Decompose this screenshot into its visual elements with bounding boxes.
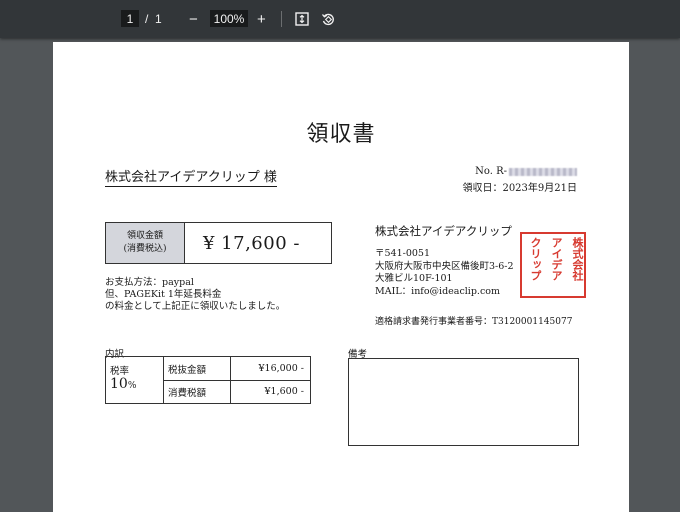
toolbar-divider bbox=[281, 11, 282, 27]
tax-rate-number: 10 bbox=[110, 376, 128, 392]
postal-code: 〒541-0051 bbox=[375, 248, 431, 259]
page-number-input[interactable]: 1 bbox=[121, 10, 139, 27]
fit-page-icon[interactable] bbox=[292, 9, 312, 29]
pretax-amount-value: ¥16,000 - bbox=[258, 363, 304, 374]
tax-rate-cell: 税率 10% bbox=[106, 357, 164, 403]
amount-label-line1: 領収金額 bbox=[126, 231, 163, 241]
recipient-name: 株式会社アイデアクリップ 様 bbox=[105, 166, 277, 187]
payment-method: お支払方法：paypal bbox=[105, 277, 194, 288]
remarks-box bbox=[348, 358, 579, 446]
consumption-tax-value: ¥1,600 - bbox=[264, 386, 304, 397]
issuer-address: 〒541-0051 大阪府大阪市中央区備後町3-6-2 大雅ビル10F-101 … bbox=[375, 248, 514, 298]
payment-note: お支払方法：paypal 但、PAGEKit 1年延長料金 の料金として上記正に… bbox=[105, 277, 285, 313]
payment-purpose: 但、PAGEKit 1年延長料金 bbox=[105, 289, 222, 300]
receipt-number: No. R- bbox=[475, 166, 577, 177]
pretax-amount-label: 税抜金額 bbox=[164, 357, 231, 380]
tax-breakdown-table: 税率 10% 税抜金額 ¥16,000 - 消費税額 ¥1,600 - bbox=[105, 356, 311, 404]
zoom-out-button[interactable]: − bbox=[189, 0, 198, 38]
company-seal-stamp: 株式会社 アイデア クリップ bbox=[520, 232, 586, 298]
tax-rate-value: 10% bbox=[110, 376, 136, 392]
stamp-column-3: クリップ bbox=[529, 237, 542, 281]
rotate-icon[interactable] bbox=[318, 9, 338, 29]
amount-label: 領収金額 (消費税込) bbox=[106, 223, 185, 263]
payment-statement: の料金として上記正に領収いたしました。 bbox=[105, 301, 286, 312]
address-line1: 大阪府大阪市中央区備後町3-6-2 bbox=[375, 260, 514, 272]
invoice-registration-number: 適格請求書発行事業者番号：T3120001145077 bbox=[375, 317, 573, 327]
tax-rate-label: 税率 bbox=[110, 366, 130, 377]
issue-date: 領収日：2023年9月21日 bbox=[462, 183, 577, 194]
receipt-page: 領収書 株式会社アイデアクリップ 様 No. R- 領収日：2023年9月21日… bbox=[53, 42, 629, 512]
page-title: 領収書 bbox=[306, 122, 376, 147]
tax-rate-unit: % bbox=[127, 381, 137, 391]
zoom-in-button[interactable]: + bbox=[257, 0, 266, 38]
receipt-number-label: No. R- bbox=[475, 166, 507, 177]
page-total: 1 bbox=[155, 12, 162, 26]
stamp-column-1: 株式会社 bbox=[571, 237, 584, 281]
table-row: 消費税額 ¥1,600 - bbox=[164, 380, 310, 403]
consumption-tax-label: 消費税額 bbox=[164, 380, 231, 403]
pdf-toolbar: 1 / 1 − 100% + bbox=[0, 0, 680, 38]
amount-box: 領収金額 (消費税込) ¥ 17,600 - bbox=[105, 222, 332, 264]
issuer-company-name: 株式会社アイデアクリップ bbox=[375, 224, 512, 238]
page-separator: / bbox=[145, 12, 149, 26]
issuer-email: MAIL：info@ideaclip.com bbox=[375, 285, 500, 297]
zoom-level-input[interactable]: 100% bbox=[210, 10, 248, 27]
redacted-number bbox=[509, 167, 577, 176]
amount-value: ¥ 17,600 - bbox=[203, 232, 300, 254]
stamp-column-2: アイデア bbox=[550, 237, 563, 281]
address-line2: 大雅ビル10F-101 bbox=[375, 273, 453, 284]
table-row: 税抜金額 ¥16,000 - bbox=[164, 357, 310, 381]
amount-label-line2: (消費税込) bbox=[123, 244, 167, 254]
